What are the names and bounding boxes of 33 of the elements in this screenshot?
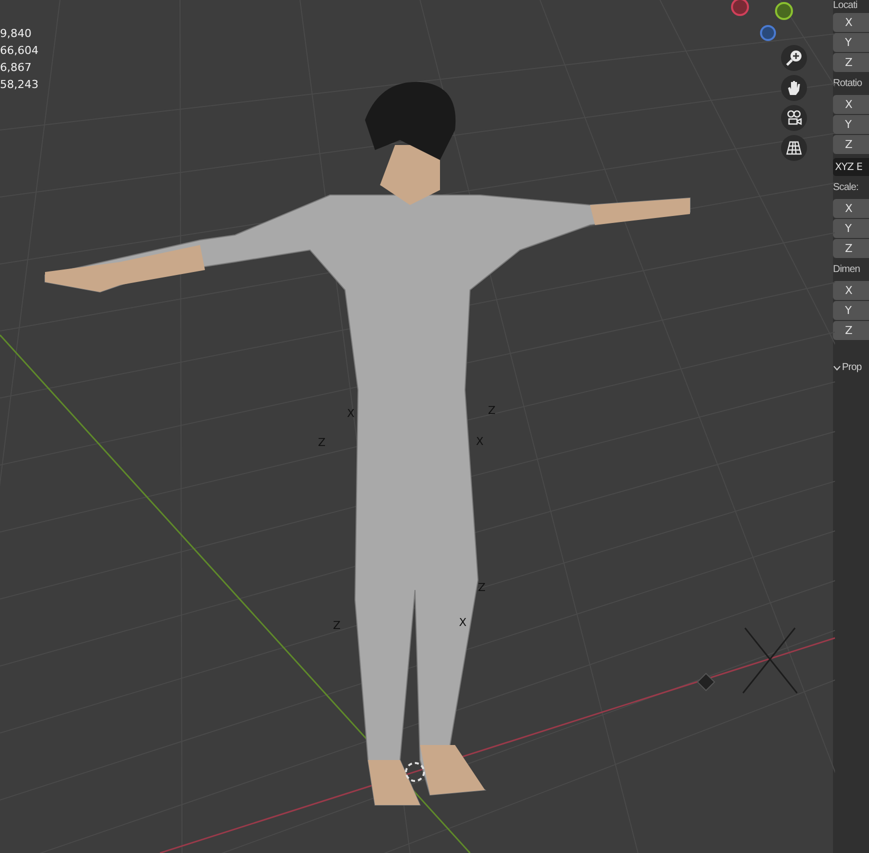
axis-field[interactable]: Y <box>833 33 869 52</box>
empty-axis-label: Z <box>478 582 486 594</box>
property-group-label: Locati <box>833 0 858 12</box>
empty-axis-label: Z <box>488 405 496 417</box>
axis-field[interactable]: Z <box>833 135 869 154</box>
scene-statistic: 6,867 <box>0 60 32 76</box>
axis-field[interactable]: X <box>833 13 869 32</box>
axis-field[interactable]: Z <box>833 321 869 340</box>
scene-statistic: 9,840 <box>0 26 32 42</box>
grid-icon[interactable] <box>781 135 807 161</box>
camera-icon[interactable] <box>781 105 807 131</box>
axis-field[interactable]: X <box>833 199 869 218</box>
scene-statistic: 58,243 <box>0 77 38 93</box>
axis-field[interactable]: Z <box>833 53 869 72</box>
rotation-mode-dropdown[interactable]: XYZ E <box>833 158 869 176</box>
axis-field[interactable]: Y <box>833 219 869 238</box>
property-group-label: Rotatio <box>833 77 863 91</box>
empty-cross-icon <box>742 628 798 694</box>
hand-icon[interactable] <box>781 75 807 101</box>
section-header[interactable]: Prop <box>842 362 862 373</box>
axis-field[interactable]: Y <box>833 301 869 320</box>
property-group-label: Dimen <box>833 263 861 277</box>
axis-field[interactable]: X <box>833 95 869 114</box>
axis-field[interactable]: X <box>833 281 869 300</box>
zoom-icon[interactable] <box>781 45 807 71</box>
axis-field[interactable]: Y <box>833 115 869 134</box>
empty-axis-label: X <box>459 617 467 629</box>
property-group-label: Scale: <box>833 181 860 195</box>
empty-axis-label: X <box>347 408 355 420</box>
scene-statistic: 66,604 <box>0 43 38 59</box>
axis-field[interactable]: Z <box>833 239 869 258</box>
chevron-icon[interactable] <box>833 364 841 370</box>
3d-cursor-icon <box>405 762 425 782</box>
